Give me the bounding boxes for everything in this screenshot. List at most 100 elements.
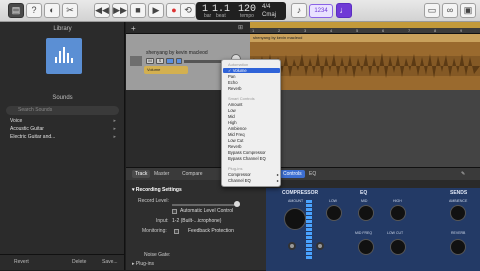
ambience-knob[interactable] — [450, 205, 466, 221]
menu-item-label: Channel EQ — [228, 178, 251, 183]
lcd-key: Cmaj — [262, 12, 277, 18]
library-item-label: Acoustic Guitar — [10, 126, 44, 132]
save-button[interactable]: Save... — [102, 259, 118, 265]
input-monitor-icon[interactable] — [176, 58, 182, 64]
lcd-tempo-label: tempo — [240, 13, 254, 19]
ruler-tick: 5 — [356, 28, 359, 33]
menu-item-channel-eq[interactable]: Channel EQ ▸ — [228, 178, 280, 183]
waveform-icon — [46, 38, 82, 74]
library-item[interactable]: Acoustic Guitar ▸ — [10, 126, 120, 132]
plugins-section[interactable]: ▸ Plug-ins — [132, 261, 154, 267]
revert-button[interactable]: Revert — [14, 259, 29, 265]
menu-item-bypass-compressor[interactable]: Bypass Compressor — [228, 150, 280, 155]
auto-level-checkbox[interactable] — [172, 209, 177, 214]
mute-button[interactable]: M — [146, 58, 154, 64]
menu-item-volume[interactable]: ✓ Volume — [223, 68, 280, 74]
ambience-label: AMBIENCE — [449, 199, 468, 203]
smart-controls-icon[interactable]: ◐ — [44, 3, 60, 18]
cycle-icon[interactable]: ⟲ — [180, 3, 196, 18]
help-icon[interactable]: ? — [26, 3, 42, 18]
tab-master[interactable]: Master — [154, 170, 169, 178]
audio-region[interactable]: shenyang by kevin macleod — [250, 34, 480, 90]
smart-controls-panel: COMPRESSOR EQ SENDS AMOUNT LOW MID HIGH … — [266, 188, 480, 271]
editors-icon[interactable]: ✂ — [62, 3, 78, 18]
high-knob[interactable] — [390, 205, 406, 221]
record-enable-icon[interactable] — [166, 58, 174, 64]
edit-icon[interactable]: ✎ — [458, 170, 468, 178]
delete-button[interactable]: Delete — [72, 259, 86, 265]
play-icon[interactable]: ▶ — [148, 3, 164, 18]
ruler-tick: 2 — [278, 28, 281, 33]
solo-button[interactable]: S — [156, 58, 164, 64]
filter-icon[interactable]: ⊞ — [238, 24, 243, 31]
menu-item-reverb[interactable]: Reverb — [228, 86, 280, 91]
menu-item-amount[interactable]: Amount — [228, 102, 280, 107]
library-icon[interactable]: ▤ — [8, 3, 24, 18]
eq-section-label: EQ — [360, 190, 368, 196]
menu-item-label: Volume — [232, 68, 247, 73]
tab-compare[interactable]: Compare — [182, 170, 203, 178]
automation-menu: Automation ✓ Volume Pan Echo Reverb Smar… — [221, 59, 281, 187]
low-cut-label: LOW CUT — [387, 231, 404, 235]
low-knob[interactable] — [326, 205, 342, 221]
chevron-right-icon: ▸ — [113, 134, 116, 140]
notepad-icon[interactable]: ▭ — [424, 3, 440, 18]
ruler-tick: 4 — [330, 28, 333, 33]
slider-thumb[interactable] — [234, 201, 240, 207]
sounds-search-input[interactable]: Search Sounds — [6, 106, 119, 115]
input-jack-icon — [288, 242, 296, 250]
control-bar: ▤ ? ◐ ✂ ◀◀ ▶▶ ■ ▶ ● ⟲ 1 1.1 bar beat 120… — [0, 0, 480, 22]
rewind-icon[interactable]: ◀◀ — [94, 3, 110, 18]
noise-gate-label: Noise Gate: — [144, 252, 171, 258]
cycle-region[interactable] — [250, 22, 480, 28]
library-item[interactable]: Voice ▸ — [10, 118, 120, 124]
input-label: Input: — [156, 218, 169, 224]
menu-item-mid-freq[interactable]: Mid Freq — [228, 132, 280, 137]
low-label: LOW — [329, 199, 337, 203]
timeline-ruler[interactable]: 1 2 3 4 5 6 7 8 9 — [250, 22, 480, 34]
menu-item-compressor[interactable]: Compressor ▸ — [228, 172, 280, 177]
menu-item-bypass-channel-eq[interactable]: Bypass Channel EQ — [228, 156, 280, 161]
menu-item-pan[interactable]: Pan — [228, 74, 280, 79]
feedback-protection-label: Feedback Protection — [188, 228, 234, 234]
amount-knob[interactable] — [284, 208, 306, 230]
menu-item-smart-reverb[interactable]: Reverb — [228, 144, 280, 149]
tab-track[interactable]: Track — [132, 170, 151, 178]
count-in-button[interactable]: 1234 — [309, 4, 333, 18]
stop-icon[interactable]: ■ — [130, 3, 146, 18]
reverb-label: REVERB — [451, 231, 466, 235]
tuner-icon[interactable]: ♪ — [291, 3, 307, 18]
tab-eq[interactable]: EQ — [306, 170, 319, 178]
high-label: HIGH — [393, 199, 402, 203]
add-track-icon[interactable]: + — [131, 24, 136, 33]
loop-browser-icon[interactable]: ∞ — [442, 3, 458, 18]
library-item-label: Voice — [10, 118, 23, 124]
library-item[interactable]: Electric Guitar and... ▸ — [10, 134, 120, 140]
reverb-knob[interactable] — [450, 239, 466, 255]
mid-knob[interactable] — [358, 205, 374, 221]
monitoring-toggle[interactable] — [174, 229, 179, 234]
input-select[interactable]: 1-2 (Built-...icrophone) — [172, 218, 221, 224]
menu-item-mid[interactable]: Mid — [228, 114, 280, 119]
library-footer: Revert Delete Save... — [0, 254, 125, 270]
menu-item-low[interactable]: Low — [228, 108, 280, 113]
low-cut-knob[interactable] — [390, 239, 406, 255]
forward-icon[interactable]: ▶▶ — [112, 3, 128, 18]
record-level-label: Record Level: — [138, 198, 169, 204]
lcd-display[interactable]: 1 1.1 bar beat 120 tempo 4/4 Cmaj — [196, 2, 286, 20]
level-meter — [306, 200, 312, 260]
automation-popup[interactable]: Volume — [144, 66, 188, 74]
mid-label: MID — [361, 199, 368, 203]
menu-item-ambience[interactable]: Ambience — [228, 126, 280, 131]
recording-settings-title[interactable]: ▾ Recording Settings — [132, 187, 182, 193]
tab-controls[interactable]: Controls — [280, 170, 305, 178]
sends-section-label: SENDS — [450, 190, 468, 196]
record-level-slider[interactable] — [172, 201, 240, 207]
menu-item-low-cut[interactable]: Low Cut — [228, 138, 280, 143]
metronome-icon[interactable]: ♩ — [336, 3, 352, 18]
mid-freq-knob[interactable] — [358, 239, 374, 255]
tracks-header: + ⊞ — [126, 22, 250, 34]
media-browser-icon[interactable]: ▣ — [460, 3, 476, 18]
menu-item-echo[interactable]: Echo — [228, 80, 280, 85]
menu-item-high[interactable]: High — [228, 120, 280, 125]
